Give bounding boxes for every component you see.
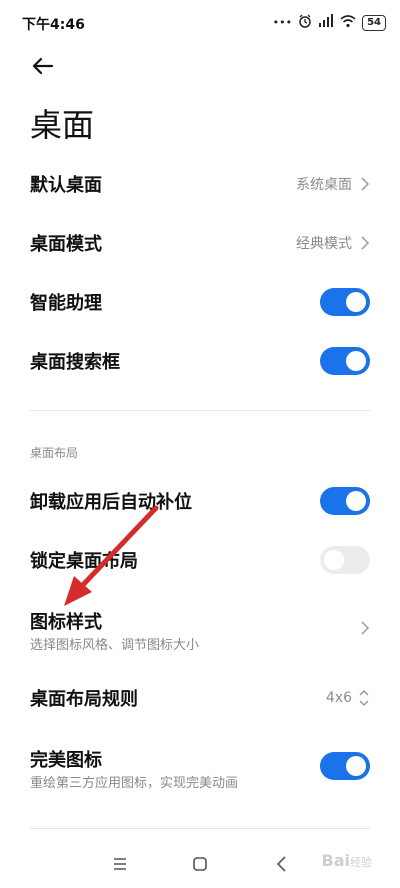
setting-label: 桌面模式 <box>30 234 102 255</box>
setting-value: 经典模式 <box>296 236 352 252</box>
toggle-knob <box>346 756 366 776</box>
status-icons: ••• 54 <box>273 14 386 31</box>
setting-subtitle: 重绘第三方应用图标，实现完美动画 <box>30 776 239 791</box>
menu-icon <box>114 858 126 870</box>
navigation-bar: Bai经验 <box>0 836 400 888</box>
status-bar: 下午4:46 ••• 54 <box>0 0 400 40</box>
setting-label: 图标样式 <box>30 612 102 633</box>
lock-layout-toggle[interactable] <box>320 546 370 574</box>
chevron-updown-icon <box>359 689 369 707</box>
desktop-search-toggle[interactable] <box>320 347 370 375</box>
section-header-layout: 桌面布局 <box>30 446 79 460</box>
wifi-icon <box>340 14 356 31</box>
setting-default-desktop[interactable]: 默认桌面 系统桌面 <box>30 156 370 212</box>
setting-label: 桌面搜索框 <box>30 352 120 373</box>
back-arrow-icon <box>32 57 54 75</box>
toggle-knob <box>346 351 366 371</box>
setting-desktop-search[interactable]: 桌面搜索框 <box>30 333 370 389</box>
alarm-icon <box>298 14 312 31</box>
watermark-brand: Bai <box>321 851 350 870</box>
setting-value: 系统桌面 <box>296 177 352 193</box>
bottom-divider <box>30 828 370 829</box>
home-icon <box>193 857 207 871</box>
chevron-right-icon <box>361 621 370 635</box>
setting-perfect-icons[interactable]: 完美图标 重绘第三方应用图标，实现完美动画 <box>30 738 370 794</box>
setting-label: 锁定桌面布局 <box>30 551 138 572</box>
setting-lock-layout[interactable]: 锁定桌面布局 <box>30 532 370 588</box>
setting-label: 完美图标 <box>30 750 102 771</box>
notification-dots-icon: ••• <box>272 16 293 29</box>
setting-value: 4x6 <box>325 690 352 706</box>
setting-label: 桌面布局规则 <box>30 689 138 710</box>
menu-button[interactable] <box>110 854 130 874</box>
watermark-suffix: 经验 <box>350 856 372 869</box>
toggle-knob <box>346 292 366 312</box>
setting-desktop-mode[interactable]: 桌面模式 经典模式 <box>30 215 370 271</box>
battery-indicator: 54 <box>362 14 386 31</box>
section-divider <box>30 410 370 411</box>
perfect-icons-toggle[interactable] <box>320 752 370 780</box>
toggle-knob <box>346 491 366 511</box>
home-button[interactable] <box>190 854 210 874</box>
chevron-right-icon <box>361 177 370 191</box>
setting-layout-rule[interactable]: 桌面布局规则 4x6 <box>30 670 370 726</box>
toggle-knob <box>324 550 344 570</box>
setting-smart-assistant[interactable]: 智能助理 <box>30 274 370 330</box>
setting-label: 默认桌面 <box>30 175 102 196</box>
setting-label: 智能助理 <box>30 293 102 314</box>
setting-auto-fill[interactable]: 卸载应用后自动补位 <box>30 473 370 529</box>
setting-icon-style[interactable]: 图标样式 选择图标风格、调节图标大小 <box>30 600 370 656</box>
nav-back-button[interactable] <box>272 854 292 874</box>
setting-subtitle: 选择图标风格、调节图标大小 <box>30 638 200 653</box>
back-button[interactable] <box>28 50 60 82</box>
watermark-logo: Bai经验 <box>322 851 372 870</box>
setting-label: 卸载应用后自动补位 <box>30 492 192 513</box>
auto-fill-toggle[interactable] <box>320 487 370 515</box>
page-title: 桌面 <box>30 106 95 144</box>
status-time: 下午4:46 <box>22 17 85 33</box>
smart-assistant-toggle[interactable] <box>320 288 370 316</box>
nav-back-icon <box>276 856 286 872</box>
chevron-right-icon <box>361 236 370 250</box>
signal-icon <box>318 14 334 31</box>
